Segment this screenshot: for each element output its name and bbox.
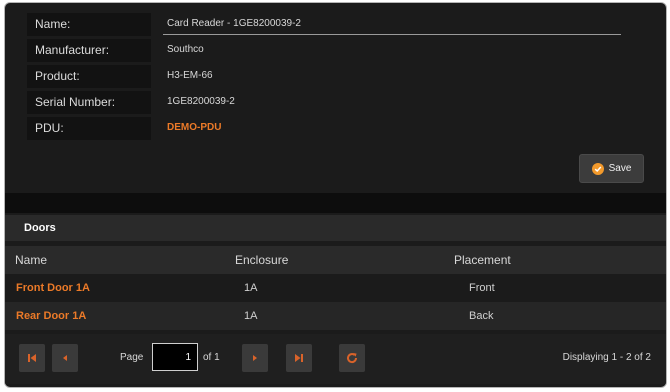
manufacturer-label: Manufacturer: — [27, 39, 151, 62]
page-number-input[interactable] — [152, 343, 198, 371]
pagination-toolbar: Page of 1 Displaying 1 - 2 of 2 — [5, 334, 666, 384]
pdu-link[interactable]: DEMO-PDU — [167, 117, 221, 140]
product-label: Product: — [27, 65, 151, 88]
name-input[interactable] — [163, 13, 621, 35]
product-row: Product: H3-EM-66 — [27, 65, 627, 88]
table-row[interactable]: Front Door 1A 1A Front — [5, 274, 666, 302]
page-label: Page — [120, 352, 144, 363]
name-label: Name: — [27, 13, 151, 36]
device-panel: Name: Manufacturer: Southco Product: H3-… — [4, 2, 667, 388]
door-placement: Front — [469, 282, 495, 294]
last-page-icon — [295, 354, 303, 362]
door-enclosure: 1A — [244, 310, 258, 322]
door-enclosure: 1A — [244, 282, 258, 294]
door-placement: Back — [469, 310, 494, 322]
first-page-icon — [28, 354, 36, 362]
save-button[interactable]: Save — [579, 154, 644, 183]
previous-page-icon — [63, 355, 67, 361]
serial-number-label: Serial Number: — [27, 91, 151, 114]
doors-grid-header: Name Enclosure Placement — [5, 246, 666, 274]
table-row[interactable]: Rear Door 1A 1A Back — [5, 302, 666, 330]
displaying-status: Displaying 1 - 2 of 2 — [562, 352, 651, 363]
product-value: H3-EM-66 — [167, 70, 213, 81]
name-row: Name: — [27, 13, 627, 36]
pdu-row: PDU: DEMO-PDU — [27, 117, 627, 140]
check-circle-icon — [591, 162, 604, 175]
refresh-icon — [347, 353, 358, 364]
manufacturer-value: Southco — [167, 44, 204, 55]
pdu-label: PDU: — [27, 117, 151, 140]
doors-section-title: Doors — [5, 215, 666, 241]
column-header-enclosure[interactable]: Enclosure — [235, 246, 288, 274]
serial-number-value: 1GE8200039-2 — [167, 96, 235, 107]
previous-page-button[interactable] — [52, 344, 78, 372]
manufacturer-row: Manufacturer: Southco — [27, 39, 627, 62]
next-page-button[interactable] — [242, 344, 268, 372]
section-divider — [5, 193, 666, 213]
door-name-link[interactable]: Rear Door 1A — [16, 302, 86, 330]
next-page-icon — [253, 355, 257, 361]
column-header-placement[interactable]: Placement — [454, 246, 511, 274]
page-count-label: of 1 — [203, 352, 220, 363]
door-name-link[interactable]: Front Door 1A — [16, 274, 90, 302]
serial-number-row: Serial Number: 1GE8200039-2 — [27, 91, 627, 114]
column-header-name[interactable]: Name — [15, 246, 47, 274]
properties-form: Name: Manufacturer: Southco Product: H3-… — [27, 13, 627, 143]
first-page-button[interactable] — [19, 344, 45, 372]
save-button-label: Save — [608, 163, 632, 174]
last-page-button[interactable] — [286, 344, 312, 372]
refresh-button[interactable] — [339, 344, 365, 372]
